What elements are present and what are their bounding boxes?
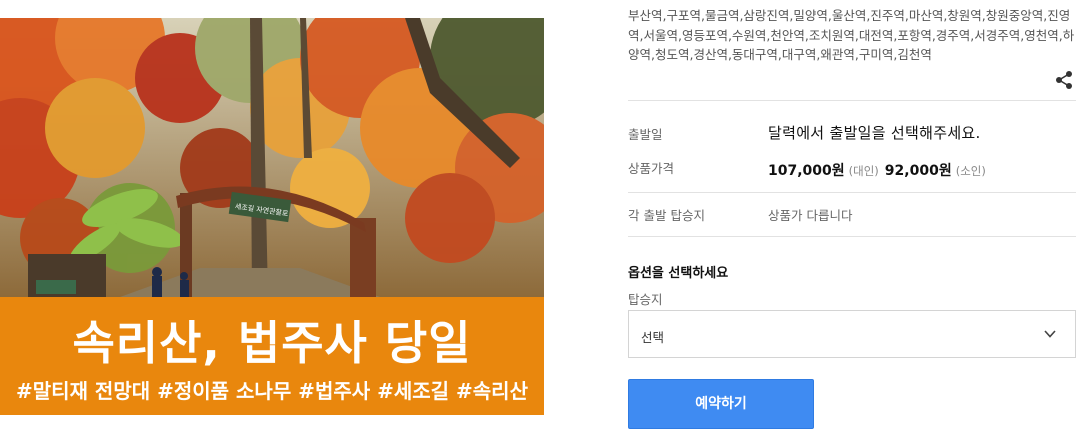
price-info: 107,000원 (대인) 92,000원 (소인) [768, 160, 992, 180]
adult-unit: (대인) [848, 164, 879, 178]
departure-stations-list: 부산역,구포역,물금역,삼랑진역,밀양역,울산역,진주역,마산역,창원역,창원중… [628, 8, 1075, 62]
banner-title: 속리산, 법주사 당일 [72, 316, 472, 370]
price-label: 상품가격 [628, 161, 675, 176]
share-icon[interactable] [1054, 70, 1074, 90]
adult-price: 107,000원 [768, 163, 845, 179]
divider [628, 192, 1076, 193]
child-unit: (소인) [955, 164, 986, 178]
child-price: 92,000원 [884, 163, 952, 179]
book-button[interactable]: 예약하기 [628, 379, 814, 429]
boarding-label: 각 출발 탑승지 [628, 208, 705, 223]
product-info-panel: 부산역,구포역,물금역,삼랑진역,밀양역,울산역,진주역,마산역,창원역,창원중… [628, 0, 1076, 431]
chevron-down-icon [1044, 330, 1056, 338]
divider [628, 236, 1076, 237]
autumn-forest-photo: 세조길 자연관찰로 [0, 18, 544, 297]
boarding-point-select[interactable]: 선택 [628, 310, 1076, 358]
departure-date-prompt[interactable]: 달력에서 출발일을 선택해주세요. [768, 122, 981, 143]
divider [628, 100, 1076, 101]
boarding-point-label: 탑승지 [628, 292, 663, 307]
departure-label: 출발일 [628, 127, 663, 142]
options-title: 옵션을 선택하세요 [628, 266, 729, 281]
product-hero-image: 세조길 자연관찰로 속리산, 법주사 당일 #말티재 전망대 #정이품 소나무 … [0, 18, 544, 415]
banner-hashtags: #말티재 전망대 #정이품 소나무 #법주사 #세조길 #속리산 [16, 379, 528, 403]
select-value: 선택 [641, 330, 665, 345]
boarding-value: 상품가 다릅니다 [768, 208, 853, 223]
promo-banner: 속리산, 법주사 당일 #말티재 전망대 #정이품 소나무 #법주사 #세조길 … [0, 297, 544, 415]
